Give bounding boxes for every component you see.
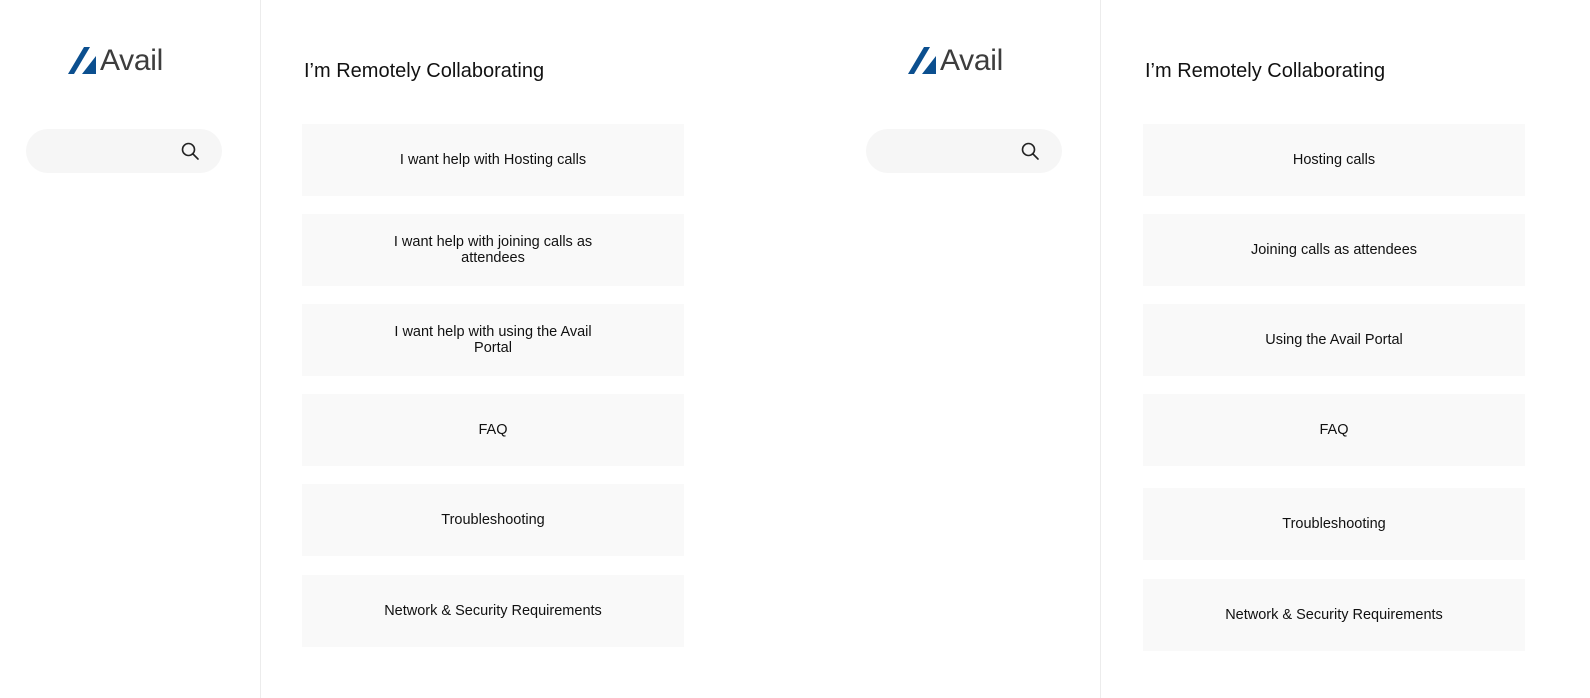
card-avail-portal[interactable]: I want help with using the Avail Portal — [302, 304, 684, 376]
card-faq[interactable]: FAQ — [1143, 394, 1525, 466]
page-title: I’m Remotely Collaborating — [304, 60, 545, 82]
card-label: Joining calls as attendees — [1250, 242, 1418, 258]
card-joining-calls[interactable]: I want help with joining calls as attend… — [302, 214, 684, 286]
card-label: Troubleshooting — [1282, 516, 1386, 532]
avail-logo-mark-icon — [68, 47, 96, 74]
card-label: Using the Avail Portal — [1265, 332, 1403, 348]
card-hosting-calls[interactable]: Hosting calls — [1143, 124, 1525, 196]
card-avail-portal[interactable]: Using the Avail Portal — [1143, 304, 1525, 376]
card-faq[interactable]: FAQ — [302, 394, 684, 466]
brand-logo[interactable]: Avail — [908, 46, 1003, 76]
brand-logo[interactable]: Avail — [68, 46, 163, 76]
left-sidebar: Avail — [0, 0, 261, 698]
card-label: I want help with Hosting calls — [399, 152, 587, 168]
card-label: Network & Security Requirements — [1225, 607, 1443, 623]
card-label: Troubleshooting — [441, 512, 545, 528]
card-label: Hosting calls — [1292, 152, 1376, 168]
card-network-security[interactable]: Network & Security Requirements — [1143, 579, 1525, 651]
search-icon[interactable] — [1020, 141, 1040, 161]
search-input[interactable] — [866, 129, 1062, 173]
card-joining-calls[interactable]: Joining calls as attendees — [1143, 214, 1525, 286]
logo-text: Avail — [940, 44, 1003, 77]
card-label: FAQ — [478, 422, 508, 438]
card-troubleshooting[interactable]: Troubleshooting — [1143, 488, 1525, 560]
card-troubleshooting[interactable]: Troubleshooting — [302, 484, 684, 556]
card-label: I want help with joining calls as attend… — [393, 234, 593, 266]
left-variant: Avail I’m Remotely Collaborating I want … — [0, 0, 795, 698]
search-icon[interactable] — [180, 141, 200, 161]
search-input[interactable] — [26, 129, 222, 173]
card-hosting-calls[interactable]: I want help with Hosting calls — [302, 124, 684, 196]
right-sidebar: Avail — [795, 0, 1101, 698]
card-label: FAQ — [1319, 422, 1349, 438]
page-title: I’m Remotely Collaborating — [1145, 60, 1386, 82]
right-variant: Avail I’m Remotely Collaborating Hosting… — [795, 0, 1590, 698]
card-network-security[interactable]: Network & Security Requirements — [302, 575, 684, 647]
card-label: I want help with using the Avail Portal — [394, 324, 592, 356]
logo-text: Avail — [100, 44, 163, 77]
avail-logo-mark-icon — [908, 47, 936, 74]
card-label: Network & Security Requirements — [384, 603, 602, 619]
